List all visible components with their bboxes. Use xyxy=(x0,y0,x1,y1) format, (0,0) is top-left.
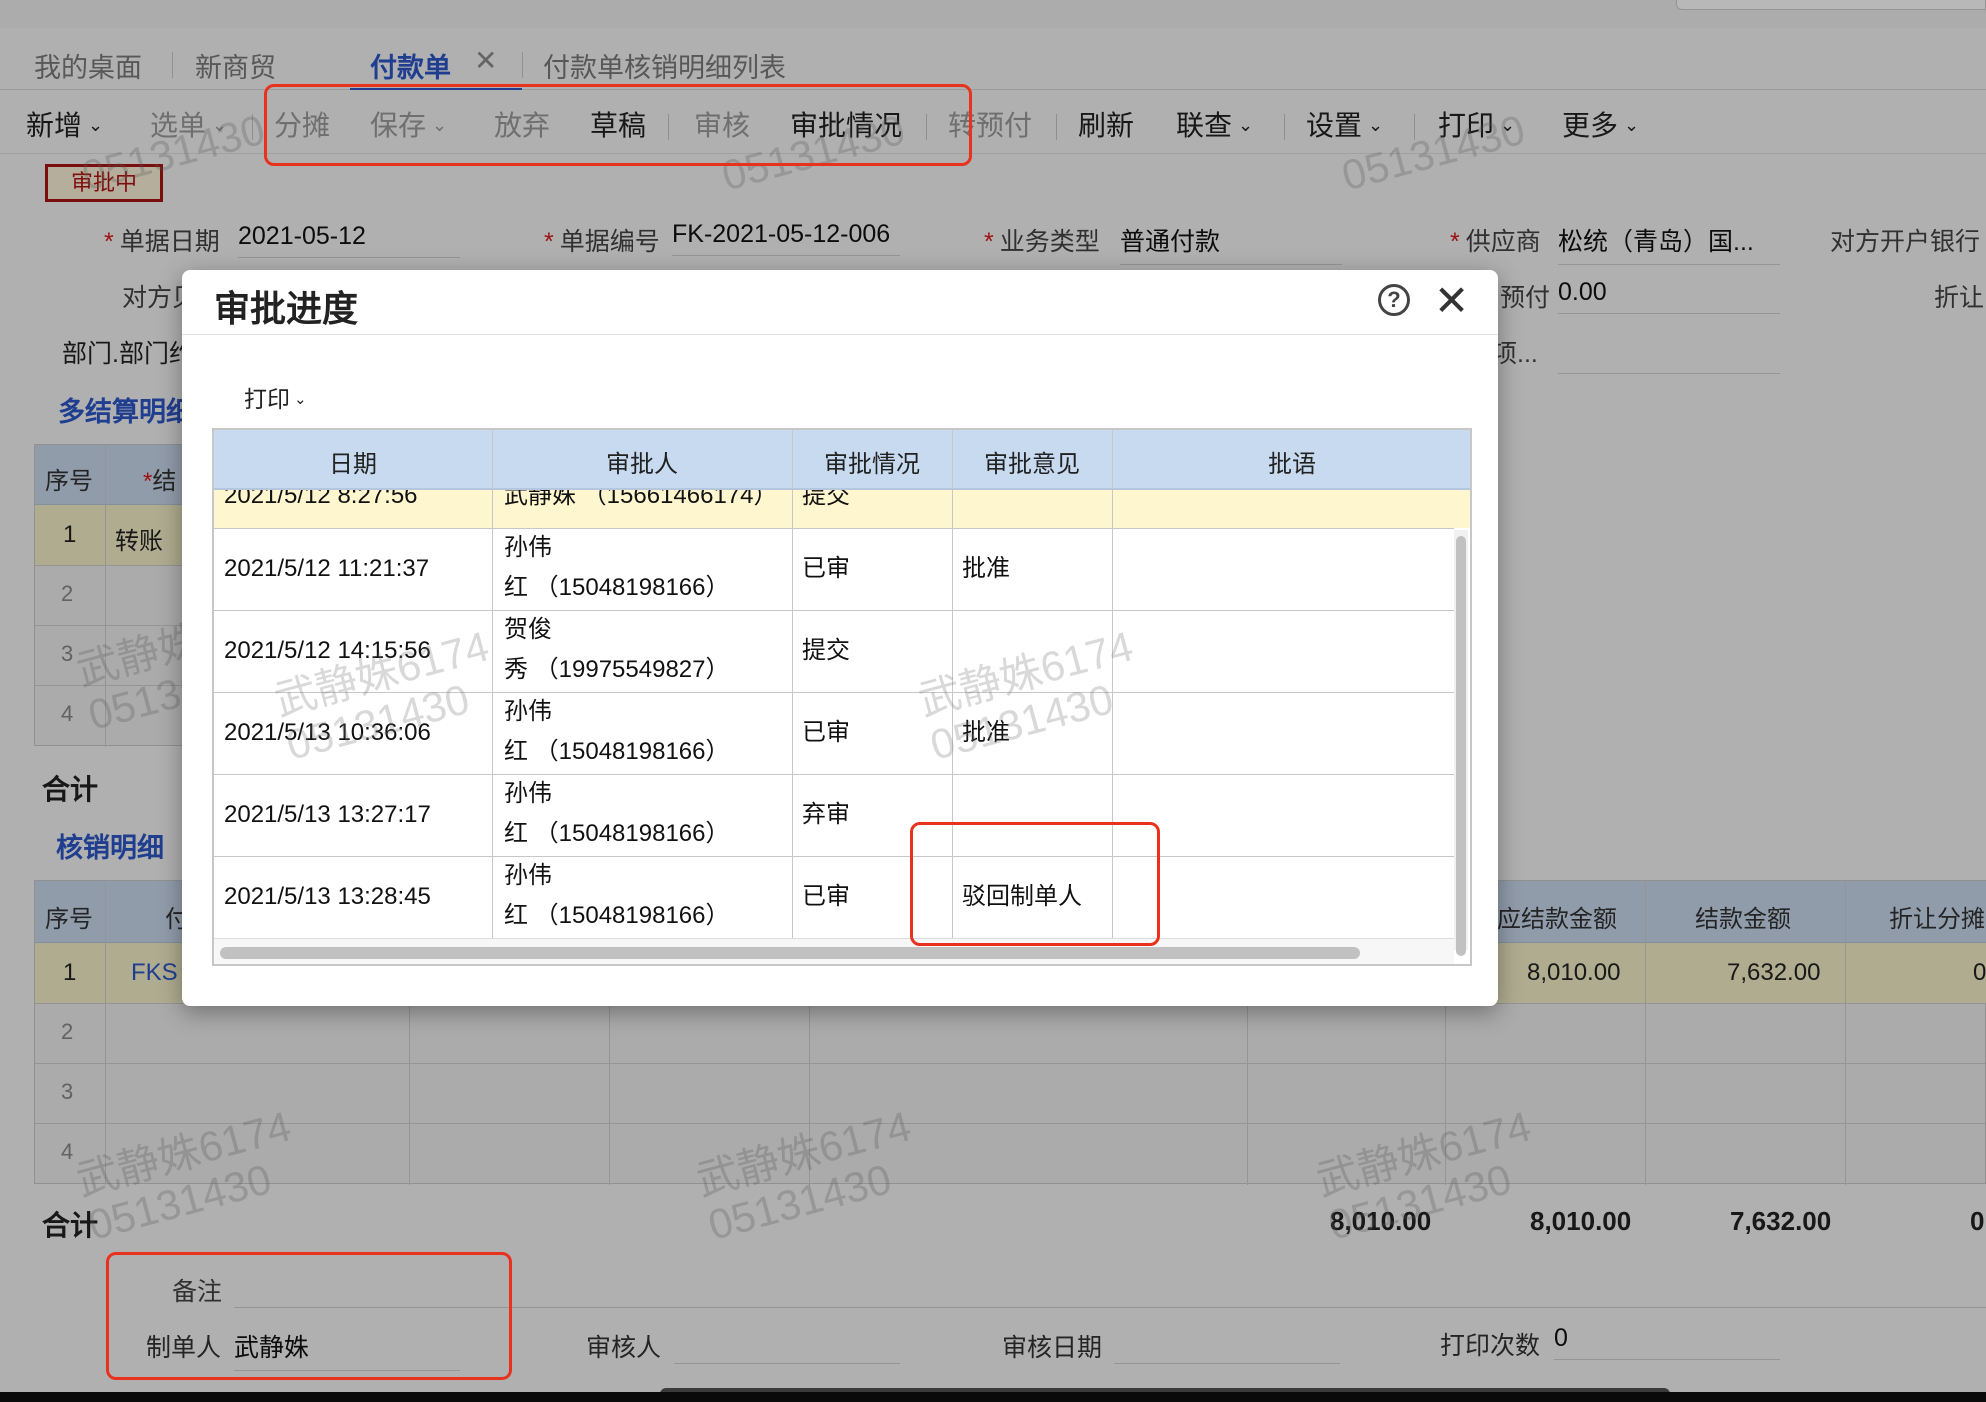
row-status: 已审 xyxy=(802,555,850,582)
annotation-box-creator xyxy=(106,1252,512,1380)
row-date: 2021/5/13 10:36:06 xyxy=(224,719,431,746)
help-icon[interactable]: ? xyxy=(1378,284,1410,316)
dialog-title: 审批进度 xyxy=(214,288,359,329)
row-date: 2021/5/13 13:27:17 xyxy=(224,801,431,828)
horizontal-scrollbar[interactable] xyxy=(214,938,1454,964)
dialog-print-label: 打印 xyxy=(244,386,290,412)
row-approver-line2: 秀 （19975549827） xyxy=(504,656,730,683)
row-approver: 孙伟 xyxy=(504,862,552,889)
row-approver-line2: 红 （15048198166） xyxy=(504,820,730,847)
row-approver: 孙伟 xyxy=(504,780,552,807)
scrollbar-thumb[interactable] xyxy=(1456,536,1466,956)
row-status: 已审 xyxy=(802,719,850,746)
grid-line xyxy=(214,774,1454,775)
grid-line xyxy=(792,430,793,938)
grid-line xyxy=(214,856,1454,857)
approval-table-header: 日期 审批人 审批情况 审批意见 批语 xyxy=(214,430,1470,490)
row-approver: 贺俊 xyxy=(504,616,552,643)
row-date: 2021/5/12 8:27:56 xyxy=(224,490,418,509)
approval-table: 日期 审批人 审批情况 审批意见 批语 2021/5/12 8:27:56 武静… xyxy=(212,428,1472,966)
row-status: 提交 xyxy=(802,637,850,664)
row-status: 弃审 xyxy=(802,801,850,828)
row-status: 提交 xyxy=(802,490,850,509)
dialog-print-button[interactable]: 打印 ⌄ xyxy=(244,380,307,414)
scrollbar-thumb[interactable] xyxy=(220,947,1360,959)
col-approver: 审批人 xyxy=(606,451,678,478)
annotation-box-opinion xyxy=(910,822,1160,946)
chevron-down-icon: ⌄ xyxy=(294,391,307,408)
row-approver: 孙伟 xyxy=(504,534,552,561)
table-row[interactable]: 2021/5/12 8:27:56 武静姝 （15661466174） 提交 xyxy=(214,490,1470,528)
grid-line xyxy=(214,692,1454,693)
col-status: 审批情况 xyxy=(824,451,920,478)
close-icon[interactable]: ✕ xyxy=(1434,276,1469,325)
row-date: 2021/5/12 11:21:37 xyxy=(224,555,430,582)
grid-line xyxy=(492,430,493,938)
row-approver-line2: 红 （15048198166） xyxy=(504,902,730,929)
row-date: 2021/5/12 14:15:56 xyxy=(224,637,431,664)
row-status: 已审 xyxy=(802,883,850,910)
row-opinion: 批准 xyxy=(962,719,1010,746)
col-date: 日期 xyxy=(329,451,377,478)
col-remark: 批语 xyxy=(1268,451,1316,478)
dialog-divider xyxy=(182,334,1498,335)
approval-progress-dialog: 审批进度 ? ✕ 打印 ⌄ 日期 审批人 审批情况 审批意见 批语 2021/5/… xyxy=(182,270,1498,1006)
col-opinion: 审批意见 xyxy=(984,451,1080,478)
row-approver-line2: 红 （15048198166） xyxy=(504,738,730,765)
vertical-scrollbar[interactable] xyxy=(1454,530,1468,956)
row-date: 2021/5/13 13:28:45 xyxy=(224,883,431,910)
row-opinion: 批准 xyxy=(962,555,1010,582)
grid-line xyxy=(214,610,1454,611)
row-approver: 武静姝 （15661466174） xyxy=(504,490,778,509)
row-approver-line2: 红 （15048198166） xyxy=(504,574,730,601)
row-approver: 孙伟 xyxy=(504,698,552,725)
grid-line xyxy=(214,528,1454,529)
annotation-box-toolbar xyxy=(264,84,972,166)
os-bottom-bar xyxy=(0,1392,1986,1402)
